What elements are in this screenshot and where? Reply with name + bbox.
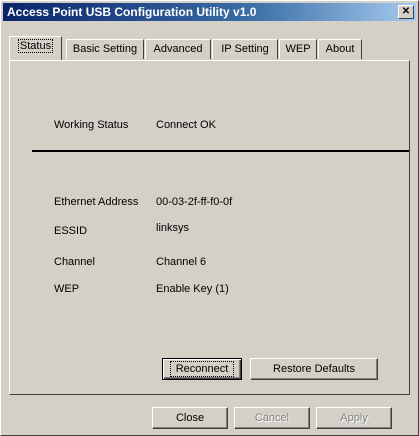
tab-advanced[interactable]: Advanced — [145, 39, 211, 59]
wep-value: Enable Key (1) — [156, 283, 229, 295]
window-title: Access Point USB Configuration Utility v… — [7, 5, 257, 19]
restore-defaults-button[interactable]: Restore Defaults — [250, 358, 378, 380]
tab-label: IP Setting — [221, 43, 269, 55]
channel-label: Channel — [54, 256, 95, 268]
reconnect-label: Reconnect — [169, 361, 235, 377]
tab-label: Advanced — [153, 43, 203, 55]
tab-wep[interactable]: WEP — [279, 39, 317, 59]
tab-basic-setting[interactable]: Basic Setting — [66, 39, 144, 59]
title-bar[interactable]: Access Point USB Configuration Utility v… — [3, 3, 416, 21]
close-icon[interactable]: ✕ — [398, 5, 414, 19]
divider — [32, 150, 409, 152]
tab-label: About — [325, 43, 355, 55]
tab-status[interactable]: Status — [9, 36, 62, 60]
working-status-value: Connect OK — [156, 119, 216, 131]
status-panel: Working Status Connect OK Ethernet Addre… — [9, 60, 410, 395]
ethernet-address-value: 00-03-2f-ff-f0-0f — [156, 196, 233, 208]
tab-ip-setting[interactable]: IP Setting — [212, 39, 278, 59]
wep-label: WEP — [54, 283, 80, 295]
essid-label: ESSID — [54, 225, 88, 237]
cancel-button[interactable]: Cancel — [234, 407, 310, 429]
tab-label: WEP — [285, 43, 311, 55]
app-window: Access Point USB Configuration Utility v… — [0, 0, 419, 436]
tab-about[interactable]: About — [318, 39, 362, 59]
ethernet-address-label: Ethernet Address — [54, 196, 139, 208]
essid-value: linksys — [156, 222, 190, 234]
close-button[interactable]: Close — [152, 407, 228, 429]
tab-label: Basic Setting — [72, 43, 138, 55]
channel-value: Channel 6 — [156, 256, 207, 268]
reconnect-button[interactable]: Reconnect — [162, 358, 242, 380]
tab-label: Status — [17, 39, 54, 53]
working-status-label: Working Status — [54, 119, 129, 131]
apply-button[interactable]: Apply — [316, 407, 392, 429]
